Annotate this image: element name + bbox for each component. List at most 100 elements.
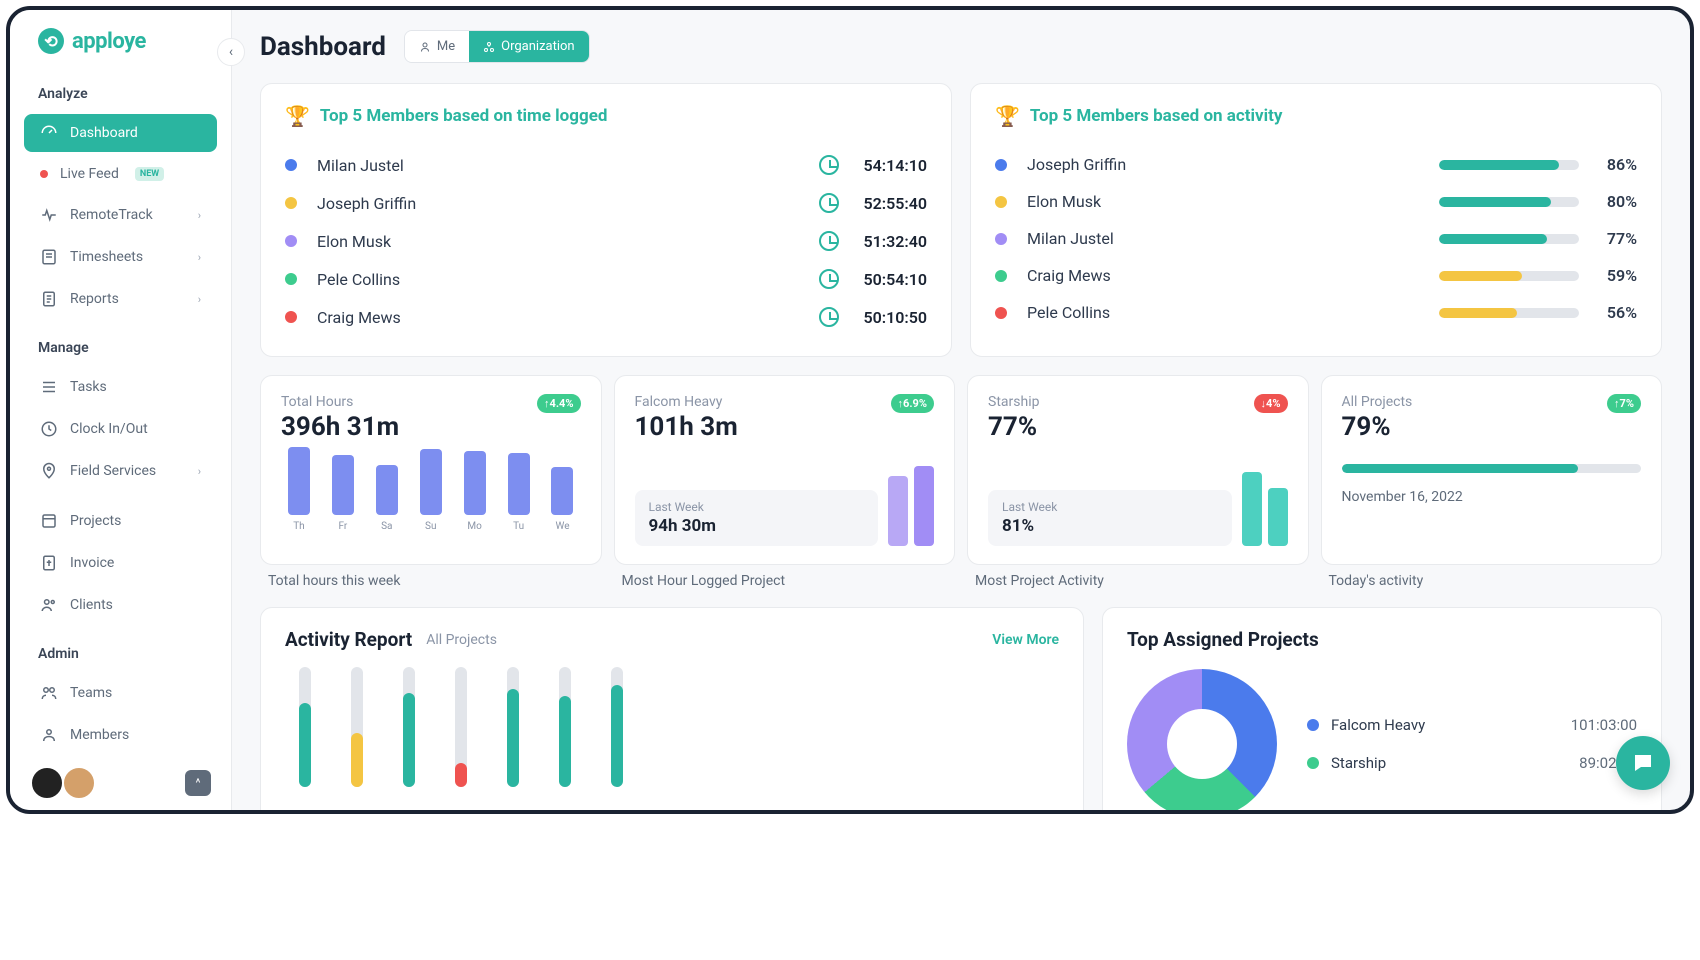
day-label: We (555, 521, 569, 532)
stat-most-activity: Starship 77% ↓4% Last Week 81% (967, 375, 1309, 565)
member-row: Craig Mews 50:10:50 (285, 298, 927, 336)
activity-column (559, 667, 571, 787)
page-title: Dashboard (260, 32, 386, 62)
activity-bar (1439, 197, 1579, 207)
bar-icon (288, 447, 310, 515)
bar-fill (455, 763, 467, 787)
color-dot-icon (285, 273, 297, 285)
view-more-link[interactable]: View More (992, 632, 1059, 648)
stat-label: Falcom Heavy (635, 394, 738, 410)
nav-reports[interactable]: Reports › (24, 280, 217, 318)
tasks-icon (40, 378, 58, 396)
bar-icon (551, 467, 573, 515)
activity-report-card: Activity Report All Projects View More (260, 607, 1084, 810)
activity-bar (1439, 271, 1579, 281)
member-name: Pele Collins (317, 270, 400, 289)
nav-tasks[interactable]: Tasks (24, 368, 217, 406)
clock-icon (819, 231, 839, 251)
nav-dashboard[interactable]: Dashboard (24, 114, 217, 152)
bar-icon (332, 455, 354, 515)
bar-fill (299, 703, 311, 787)
card-title: 🏆 Top 5 Members based on time logged (285, 104, 927, 128)
activity-pct: 59% (1595, 266, 1637, 285)
nav-members[interactable]: Members (24, 716, 217, 754)
toggle-label: Organization (501, 39, 574, 54)
location-icon (40, 462, 58, 480)
chevron-right-icon: › (198, 251, 201, 264)
color-dot-icon (995, 233, 1007, 245)
avatar[interactable] (30, 766, 64, 800)
color-dot-icon (995, 159, 1007, 171)
stat-value: 77% (988, 412, 1039, 442)
nav-invoice[interactable]: Invoice (24, 544, 217, 582)
sidebar-footer: ^ (10, 756, 231, 810)
chevron-right-icon: › (198, 465, 201, 478)
stat-label: Starship (988, 394, 1039, 410)
teams-icon (40, 684, 58, 702)
nav-label: Reports (70, 291, 119, 307)
person-icon (419, 41, 431, 53)
day-bar: Th (281, 447, 317, 532)
member-name: Joseph Griffin (317, 194, 416, 213)
delta-badge: ↑7% (1607, 394, 1641, 413)
invoice-icon (40, 554, 58, 572)
toggle-organization[interactable]: Organization (469, 31, 588, 62)
nav-clock[interactable]: Clock In/Out (24, 410, 217, 448)
clock-icon (819, 155, 839, 175)
member-row: Milan Justel 54:14:10 (285, 146, 927, 184)
bar-icon (1268, 488, 1288, 546)
nav-label: Field Services (70, 463, 156, 479)
stat-value: 101h 3m (635, 412, 738, 442)
nav-live-feed[interactable]: Live Feed NEW (24, 156, 217, 192)
avatar[interactable] (62, 766, 96, 800)
color-dot-icon (285, 311, 297, 323)
nav-label: RemoteTrack (70, 207, 153, 223)
clock-icon (40, 420, 58, 438)
toggle-label: Me (437, 39, 455, 54)
scope-toggle: Me Organization (404, 30, 590, 63)
activity-bar (1439, 308, 1579, 318)
member-name: Pele Collins (1027, 303, 1110, 322)
sidebar-collapse-button[interactable]: ‹ (217, 38, 245, 66)
color-dot-icon (995, 270, 1007, 282)
day-bar: We (545, 467, 581, 532)
project-name: Starship (1331, 754, 1386, 772)
member-row: Pele Collins 56% (995, 294, 1637, 331)
section-manage: Manage (10, 320, 231, 366)
nav-field-services[interactable]: Field Services › (24, 452, 217, 490)
nav-timesheets[interactable]: Timesheets › (24, 238, 217, 276)
toggle-me[interactable]: Me (405, 31, 469, 62)
delta-badge: ↓4% (1254, 394, 1288, 413)
activity-bar (1439, 234, 1579, 244)
nav-label: Timesheets (70, 249, 143, 265)
stat-label: Total Hours (281, 394, 399, 410)
nav-label: Dashboard (70, 125, 138, 141)
chat-button[interactable] (1616, 736, 1670, 790)
time-value: 50:10:50 (851, 308, 927, 327)
time-value: 52:55:40 (851, 194, 927, 213)
bar-fill (351, 733, 363, 787)
member-row: Elon Musk 80% (995, 183, 1637, 220)
projects-icon (40, 512, 58, 530)
scroll-up-button[interactable]: ^ (185, 770, 211, 796)
member-row: Pele Collins 50:54:10 (285, 260, 927, 298)
bar-icon (464, 451, 486, 515)
nav-label: Live Feed (60, 166, 119, 182)
nav-remote-track[interactable]: RemoteTrack › (24, 196, 217, 234)
activity-column (299, 667, 311, 787)
project-time: 101:03:00 (1571, 716, 1637, 734)
top-time-card: 🏆 Top 5 Members based on time logged Mil… (260, 83, 952, 357)
sidebar: ⟲ apploye ‹ Analyze Dashboard Live Feed … (10, 10, 232, 810)
chat-icon (1631, 751, 1655, 775)
day-bar: Fr (325, 455, 361, 532)
time-value: 54:14:10 (851, 156, 927, 175)
bar-icon (508, 453, 530, 515)
nav-teams[interactable]: Teams (24, 674, 217, 712)
nav-clients[interactable]: Clients (24, 586, 217, 624)
color-dot-icon (1307, 719, 1319, 731)
color-dot-icon (1307, 757, 1319, 769)
day-label: Th (293, 521, 304, 532)
live-dot-icon (40, 170, 48, 178)
nav-projects[interactable]: Projects (24, 502, 217, 540)
nav-label: Projects (70, 513, 121, 529)
